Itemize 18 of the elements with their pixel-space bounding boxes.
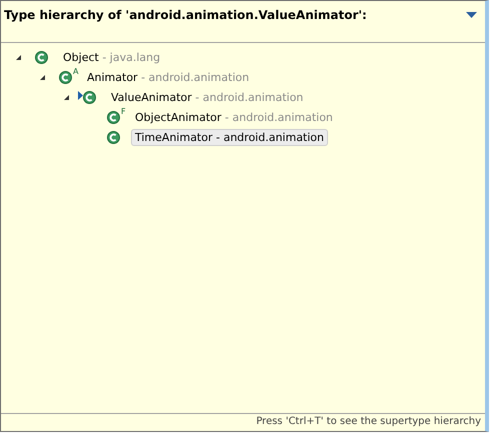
class-icon xyxy=(59,70,72,84)
popup-title: Type hierarchy of 'android.animation.ValueAnimator': xyxy=(4,8,367,22)
tree-item[interactable]: ObjectAnimator - android.animation xyxy=(131,108,337,126)
tree-item[interactable]: Object - java.lang xyxy=(59,48,164,66)
class-icon xyxy=(107,110,120,124)
tree-item[interactable]: Animator - android.animation xyxy=(83,68,254,86)
tree-expander-icon[interactable] xyxy=(15,54,22,60)
class-icon xyxy=(83,90,96,104)
tree-item[interactable]: TimeAnimator - android.animation xyxy=(131,128,328,146)
modifier-label: A xyxy=(73,66,78,76)
tree-expander-icon[interactable] xyxy=(39,74,46,80)
tree-expander-icon[interactable] xyxy=(63,94,70,100)
tree-item[interactable]: ValueAnimator - android.animation xyxy=(107,88,308,106)
class-icon xyxy=(35,50,48,64)
class-icon xyxy=(107,130,120,144)
view-menu-icon[interactable] xyxy=(466,12,477,19)
status-bar: Press 'Ctrl+T' to see the supertype hierarchy xyxy=(1,413,485,431)
modifier-label: F xyxy=(121,106,126,116)
